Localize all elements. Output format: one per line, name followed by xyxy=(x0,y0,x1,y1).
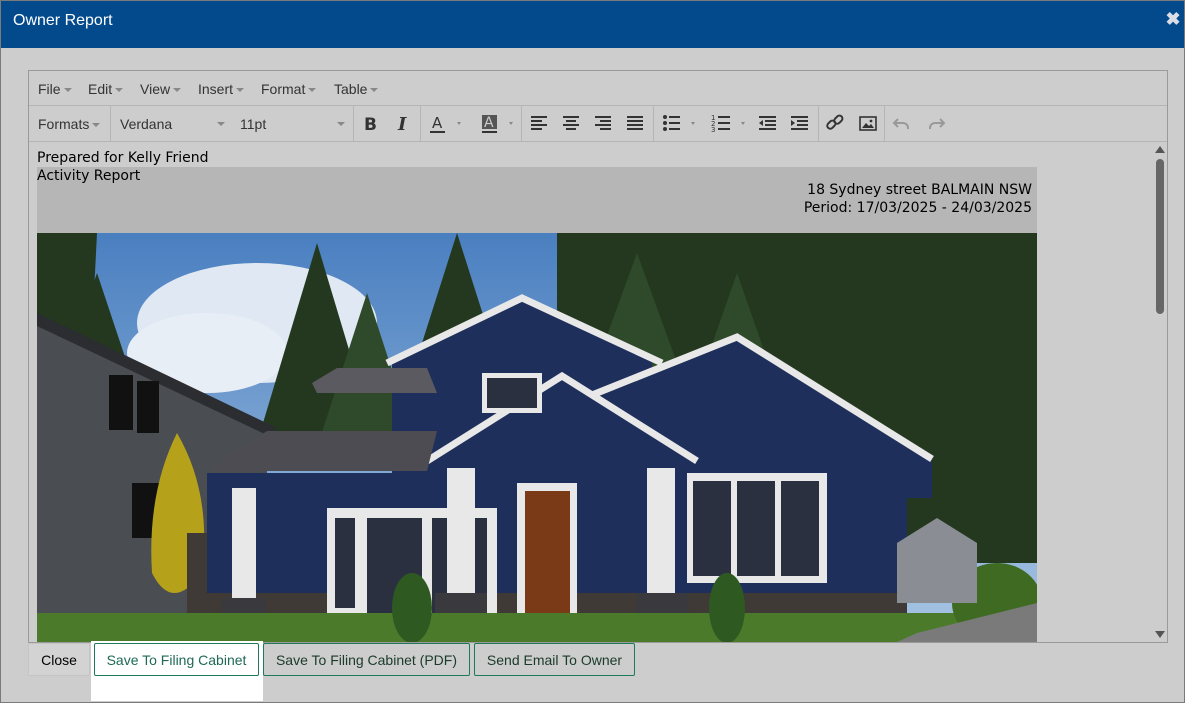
redo-icon[interactable] xyxy=(922,111,948,135)
align-justify-icon[interactable] xyxy=(623,111,649,135)
link-icon[interactable] xyxy=(823,111,849,135)
report-type-text: Activity Report xyxy=(37,168,141,184)
menu-file[interactable]: File xyxy=(38,81,72,97)
chevron-down-icon xyxy=(92,123,101,128)
svg-text:I: I xyxy=(397,114,407,135)
send-email-to-owner-button[interactable]: Send Email To Owner xyxy=(474,643,635,676)
editor-scrollbar[interactable] xyxy=(1154,142,1166,642)
dialog-titlebar: Owner Report ✖ xyxy=(1,1,1184,48)
font-size-value: 11pt xyxy=(240,116,267,132)
toolbar-divider xyxy=(884,106,885,141)
close-button[interactable]: Close xyxy=(28,643,90,676)
rich-text-editor: File Edit View Insert Format Table Forma… xyxy=(28,70,1168,643)
menu-insert-label: Insert xyxy=(198,81,234,97)
toolbar-divider xyxy=(353,106,354,141)
menu-insert[interactable]: Insert xyxy=(198,81,245,97)
property-photo xyxy=(37,233,1037,642)
editor-toolbar: Formats Verdana 11pt B I A A 123 xyxy=(29,106,1167,142)
chevron-down-icon xyxy=(63,88,72,93)
chevron-down-icon xyxy=(173,88,182,93)
owner-report-dialog: Owner Report ✖ File Edit View Insert For… xyxy=(0,0,1185,703)
editor-menubar: File Edit View Insert Format Table xyxy=(29,71,1167,106)
italic-icon[interactable]: I xyxy=(390,111,416,135)
bullet-list-icon[interactable] xyxy=(659,111,701,135)
svg-text:3: 3 xyxy=(711,126,715,134)
chevron-down-icon xyxy=(337,122,345,126)
save-to-filing-cabinet-pdf-button[interactable]: Save To Filing Cabinet (PDF) xyxy=(263,643,470,676)
toolbar-divider xyxy=(420,106,421,141)
menu-view-label: View xyxy=(140,81,171,97)
menu-edit-label: Edit xyxy=(88,81,113,97)
menu-view[interactable]: View xyxy=(140,81,182,97)
font-family-value: Verdana xyxy=(120,116,173,132)
menu-edit[interactable]: Edit xyxy=(88,81,124,97)
report-header-box: 18 Sydney street BALMAIN NSW Period: 17/… xyxy=(37,167,1037,233)
outdent-icon[interactable] xyxy=(755,111,781,135)
chevron-down-icon xyxy=(236,88,245,93)
dialog-title: Owner Report xyxy=(13,12,113,29)
align-center-icon[interactable] xyxy=(559,111,585,135)
image-icon[interactable] xyxy=(855,111,881,135)
align-right-icon[interactable] xyxy=(591,111,617,135)
menu-file-label: File xyxy=(38,81,61,97)
formats-label: Formats xyxy=(38,116,90,132)
svg-text:A: A xyxy=(432,114,443,132)
chevron-down-icon xyxy=(115,88,124,93)
font-size-select[interactable]: 11pt xyxy=(240,116,345,132)
text-color-icon[interactable]: A xyxy=(425,111,467,135)
font-family-select[interactable]: Verdana xyxy=(120,116,225,132)
property-address: 18 Sydney street BALMAIN NSW xyxy=(807,182,1032,198)
bold-icon[interactable]: B xyxy=(358,111,384,135)
background-color-icon[interactable]: A xyxy=(477,111,519,135)
numbered-list-icon[interactable]: 123 xyxy=(709,111,751,135)
close-icon[interactable]: ✖ xyxy=(1164,9,1182,29)
svg-text:B: B xyxy=(364,115,377,135)
report-period: Period: 17/03/2025 - 24/03/2025 xyxy=(803,200,1032,216)
scroll-up-icon[interactable] xyxy=(1155,146,1165,153)
chevron-down-icon xyxy=(370,88,379,93)
svg-text:A: A xyxy=(484,115,494,131)
scroll-down-icon[interactable] xyxy=(1155,631,1165,638)
indent-icon[interactable] xyxy=(787,111,813,135)
editor-content[interactable]: 18 Sydney street BALMAIN NSW Period: 17/… xyxy=(29,142,1153,642)
formats-dropdown[interactable]: Formats xyxy=(38,116,101,132)
align-left-icon[interactable] xyxy=(527,111,553,135)
toolbar-divider xyxy=(818,106,819,141)
menu-table-label: Table xyxy=(334,81,368,97)
scrollbar-thumb[interactable] xyxy=(1156,159,1164,314)
menu-table[interactable]: Table xyxy=(334,81,379,97)
toolbar-divider xyxy=(521,106,522,141)
toolbar-divider xyxy=(110,106,111,141)
menu-format-label: Format xyxy=(261,81,306,97)
chevron-down-icon xyxy=(308,88,317,93)
undo-icon[interactable] xyxy=(890,111,916,135)
chevron-down-icon xyxy=(217,122,225,126)
prepared-for-text: Prepared for Kelly Friend xyxy=(37,150,209,166)
menu-format[interactable]: Format xyxy=(261,81,317,97)
toolbar-divider xyxy=(653,106,654,141)
save-to-filing-cabinet-button[interactable]: Save To Filing Cabinet xyxy=(94,643,259,676)
